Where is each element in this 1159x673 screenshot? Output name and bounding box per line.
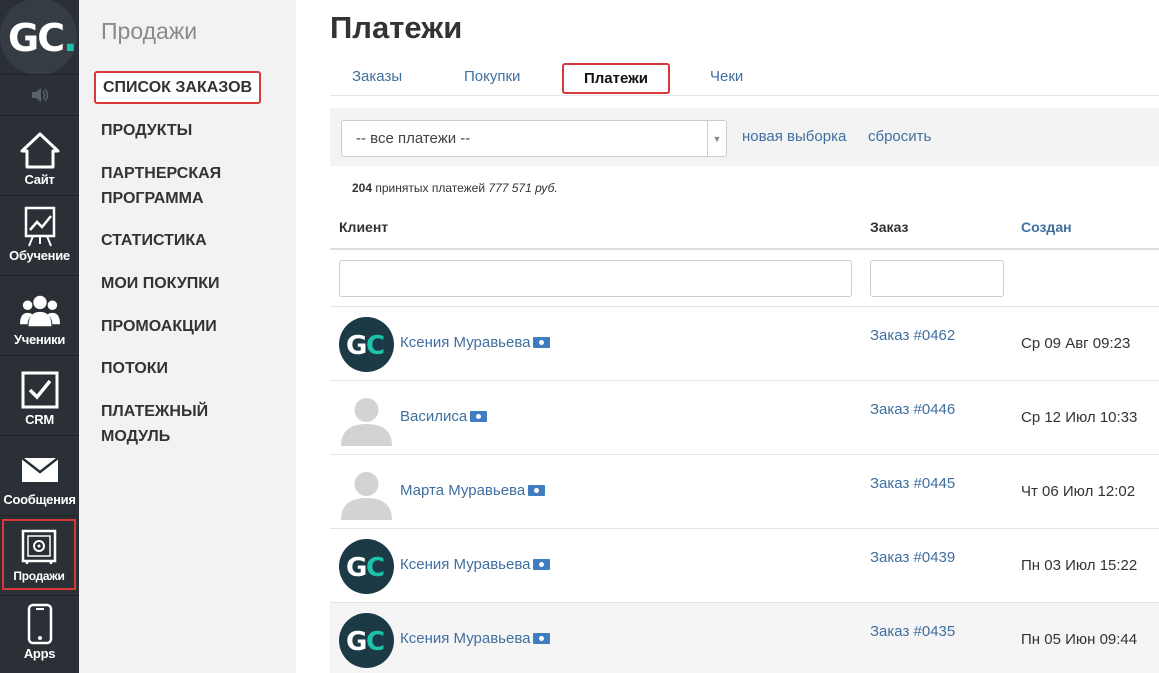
payments-summary: 204 принятых платежей 777 571 руб. (352, 181, 558, 195)
sales-submenu: Продажи СПИСОК ЗАКАЗОВ ПРОДУКТЫ ПАРТНЕРС… (79, 0, 296, 673)
table-row[interactable]: Марта Муравьева Заказ #0445 Чт 06 Июл 12… (330, 455, 1159, 529)
filter-bar: -- все платежи -- ▼ новая выборка сброси… (330, 108, 1159, 166)
submenu-item-statistics[interactable]: СТАТИСТИКА (101, 228, 207, 253)
svg-text:G: G (346, 331, 367, 361)
tab-receipts[interactable]: Чеки (710, 68, 743, 85)
cash-icon (528, 485, 546, 496)
tab-payments[interactable]: Платежи (562, 63, 670, 94)
submenu-item-products[interactable]: ПРОДУКТЫ (101, 118, 192, 143)
payments-summary-text: принятых платежей (375, 181, 486, 195)
default-user-avatar (341, 472, 392, 520)
order-filter-input[interactable] (870, 260, 1004, 297)
submenu-item-label: МОДУЛЬ (101, 428, 171, 445)
cash-icon (533, 559, 551, 570)
svg-text:C: C (366, 331, 385, 361)
rail-item-label: Сайт (24, 172, 55, 187)
submenu-title: Продажи (101, 18, 198, 44)
rail-item-label: Apps (23, 646, 56, 661)
gc-logo-avatar: GC (339, 539, 394, 594)
rail-item-label: Сообщения (3, 492, 76, 507)
client-name-link[interactable]: Ксения Муравьева (400, 630, 551, 647)
header-divider (330, 248, 1159, 250)
client-name-link[interactable]: Ксения Муравьева (400, 556, 551, 573)
rail-item-label: Продажи (13, 569, 65, 583)
table-row[interactable]: GC Ксения Муравьева Заказ #0435 Пн 05 Ию… (330, 603, 1159, 673)
tab-orders[interactable]: Заказы (352, 68, 402, 85)
page-title: Платежи (330, 10, 463, 45)
chevron-down-icon: ▼ (707, 121, 726, 156)
payments-filter-select[interactable]: -- все платежи -- ▼ (341, 120, 727, 157)
svg-text:G: G (346, 627, 367, 657)
submenu-item-orders[interactable]: СПИСОК ЗАКАЗОВ (94, 71, 262, 104)
svg-text:C: C (366, 553, 385, 583)
order-link[interactable]: Заказ #0439 (870, 549, 955, 566)
rail-item-crm[interactable]: CRM (0, 356, 79, 436)
payments-amount: 777 571 руб. (488, 181, 558, 195)
new-selection-link[interactable]: новая выборка (742, 128, 846, 145)
envelope-icon (20, 450, 60, 490)
submenu-item-partner[interactable]: ПАРТНЕРСКАЯ ПРОГРАММА (101, 161, 221, 211)
rail-item-messages[interactable]: Сообщения (0, 436, 79, 516)
cash-icon (533, 337, 551, 348)
rail-item-label: Ученики (13, 332, 66, 347)
submenu-item-streams[interactable]: ПОТОКИ (101, 356, 168, 381)
svg-text:G: G (346, 553, 367, 583)
client-name-link[interactable]: Ксения Муравьева (400, 334, 551, 351)
rail-item-apps[interactable]: Apps (0, 596, 79, 673)
tab-purchases[interactable]: Покупки (464, 68, 520, 85)
submenu-item-my-purchases[interactable]: МОИ ПОКУПКИ (101, 271, 220, 296)
order-link[interactable]: Заказ #0445 (870, 475, 955, 492)
chart-board-icon (20, 206, 60, 247)
rail-item-label: CRM (25, 412, 54, 427)
house-icon (20, 130, 60, 170)
cash-icon (533, 633, 551, 644)
client-filter-input[interactable] (339, 260, 852, 297)
order-link[interactable]: Заказ #0435 (870, 623, 955, 640)
tabs-bar: Заказы Покупки Платежи Чеки (330, 62, 1159, 96)
order-link[interactable]: Заказ #0462 (870, 327, 955, 344)
table-row[interactable]: GC Ксения Муравьева Заказ #0462 Ср 09 Ав… (330, 307, 1159, 381)
app-logo[interactable]: GC. (0, 0, 79, 75)
created-date: Ср 09 Авг 09:23 (1021, 335, 1131, 352)
rail-divider (0, 515, 79, 516)
rail-item-site[interactable]: Сайт (0, 116, 79, 196)
table-row[interactable]: GC Ксения Муравьева Заказ #0439 Пн 03 Ию… (330, 529, 1159, 603)
users-icon (19, 290, 60, 330)
created-date: Пн 05 Июн 09:44 (1021, 631, 1138, 648)
logo-text: GC. (8, 16, 78, 60)
safe-icon (19, 527, 59, 567)
rail-item-training[interactable]: Обучение (0, 196, 79, 276)
reset-link[interactable]: сбросить (868, 128, 931, 145)
speaker-icon[interactable] (0, 75, 79, 115)
svg-text:C: C (366, 627, 385, 657)
rail-item-students[interactable]: Ученики (0, 276, 79, 356)
created-date: Пн 03 Июл 15:22 (1021, 557, 1138, 574)
submenu-item-label: ПЛАТЕЖНЫЙ (101, 403, 209, 420)
submenu-item-label: ПАРТНЕРСКАЯ (101, 165, 222, 182)
default-user-avatar (341, 398, 392, 446)
created-date: Чт 06 Июл 12:02 (1021, 483, 1136, 500)
submenu-item-promo[interactable]: ПРОМОАКЦИИ (101, 314, 217, 339)
column-header-created[interactable]: Создан (1021, 219, 1072, 235)
app-rail: GC. Сайт Обучение Ученики CRM Сообщения … (0, 0, 79, 673)
created-date: Ср 12 Июл 10:33 (1021, 409, 1138, 426)
payments-count: 204 (352, 181, 373, 195)
cash-icon (470, 411, 488, 422)
column-header-client: Клиент (339, 219, 389, 235)
rail-item-sales[interactable]: Продажи (2, 519, 76, 590)
client-name-link[interactable]: Василиса (400, 408, 488, 425)
select-value: -- все платежи -- (356, 130, 471, 147)
submenu-item-payment-module[interactable]: ПЛАТЕЖНЫЙ МОДУЛЬ (101, 399, 208, 449)
phone-icon (20, 603, 60, 645)
column-header-order: Заказ (870, 219, 909, 235)
rail-item-label: Обучение (9, 248, 70, 263)
main-content: Платежи Заказы Покупки Платежи Чеки -- в… (296, 0, 1159, 673)
submenu-item-label: ПРОГРАММА (101, 190, 204, 207)
checkbox-icon (20, 370, 60, 410)
client-name-link[interactable]: Марта Муравьева (400, 482, 546, 499)
gc-logo-avatar: GC (339, 317, 394, 372)
table-row[interactable]: Василиса Заказ #0446 Ср 12 Июл 10:33 (330, 381, 1159, 455)
order-link[interactable]: Заказ #0446 (870, 401, 955, 418)
gc-logo-avatar: GC (339, 613, 394, 668)
